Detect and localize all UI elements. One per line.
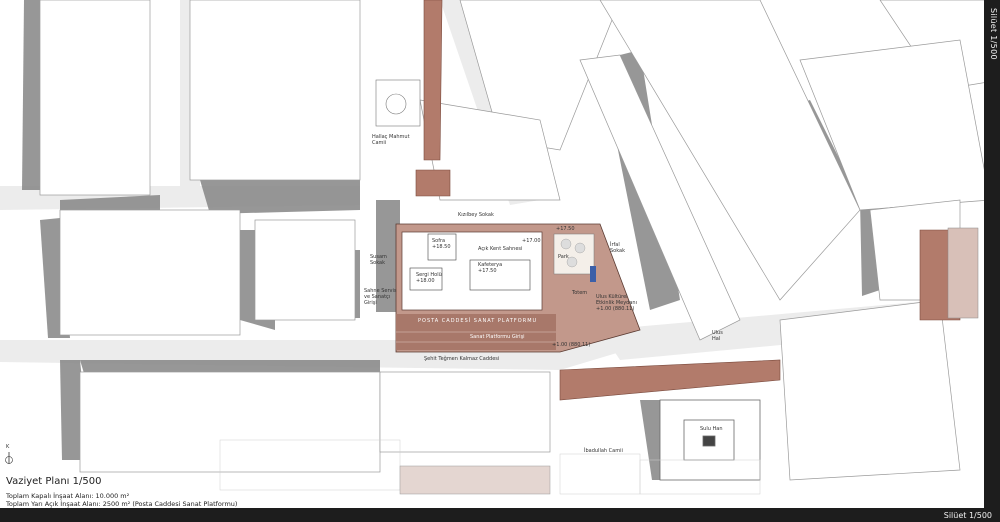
label-sahne: Sahne Servis ve Sanatçı Girişi [364,288,397,306]
label-level-bottom: +1.00 (880.11) [552,342,591,348]
silhouette-bottom-bar: Silüet 1/500 [0,508,1000,522]
silhouette-vertical-label: Silüet 1/500 [989,8,998,60]
label-kizilbey: Kızılbey Sokak [458,212,494,218]
label-irfal: İrfal Sokak [610,242,625,254]
label-hallac: Hallaç Mahmut Camii [372,134,410,146]
label-suluhan: Sulu Han [700,426,723,432]
label-level-top: +17.50 [556,226,575,232]
stat-closed-area: Toplam Kapalı İnşaat Alanı: 10.000 m² [6,492,130,500]
plan-title: Vaziyet Planı 1/500 [6,476,102,487]
label-posta-platform: POSTA CADDESİ SANAT PLATFORMU [418,318,538,324]
silhouette-horizontal-label: Silüet 1/500 [943,511,992,520]
label-level-mid: +17.00 [522,238,541,244]
totem [590,266,596,282]
label-kafeterya: Kafeterya +17.50 [478,262,503,274]
north-arrow: K [4,444,14,466]
suluhan [659,399,761,481]
tree [560,238,572,250]
label-sehit: Şehit Teğmen Kalmaz Caddesi [424,356,500,362]
label-posta-sub: Sanat Platformu Girişi [470,334,525,340]
hallac-mosque [375,79,421,127]
label-acik-kent: Açık Kent Sahnesi [478,246,523,252]
tree [574,242,586,254]
label-park: Park [558,254,569,260]
silhouette-side-bar: Silüet 1/500 [984,0,1000,508]
label-sofra: Sofra +18.50 [432,238,451,250]
label-sergi: Sergi Holü +18.00 [416,272,442,284]
label-ulus-meydan: Ulus Kültürel Etkinlik Meydanı +1.00 (88… [596,294,637,312]
site-plan-drawing: Hallaç Mahmut Camii Kızılbey Sokak Susam… [0,0,1000,522]
right-silhouette [947,227,979,319]
site-plan-svg [0,0,1000,522]
north-arrow-icon [5,452,13,464]
label-ulus-hal: Ulus Hal [712,330,723,342]
stat-semi-open-area: Toplam Yarı Açık İnşaat Alanı: 2500 m² (… [6,500,238,508]
label-totem: Totem [572,290,588,296]
label-susam: Susam Sokak [370,254,387,266]
label-ibadullah: İbadullah Camii [584,448,623,454]
